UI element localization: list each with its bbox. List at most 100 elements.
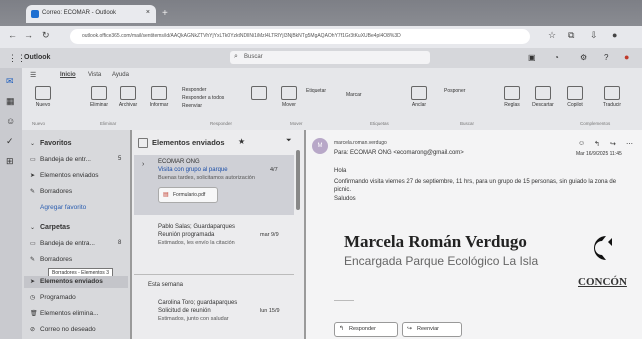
discard-button[interactable]: Descartar	[530, 86, 556, 108]
reply-icon[interactable]: ↰	[594, 140, 600, 148]
folders-header[interactable]: Carpetas	[40, 224, 70, 231]
reply-button[interactable]: ↰ Responder	[334, 322, 398, 337]
archive-icon	[120, 86, 136, 100]
rules-button[interactable]: Reglas	[500, 86, 524, 108]
pin-icon	[411, 86, 427, 100]
chevron-down-icon[interactable]: ⌄	[30, 140, 35, 147]
copilot-icon	[567, 86, 583, 100]
item-date: mar 9/9	[260, 232, 279, 238]
list-item[interactable]: Carolina Toro; guardaparques Solicitud d…	[134, 298, 294, 338]
outlook-favicon	[31, 10, 39, 18]
send-icon: ➤	[30, 279, 36, 285]
select-all-checkbox[interactable]	[138, 138, 148, 148]
new-mail-icon	[35, 86, 51, 100]
settings-icon[interactable]: ⚙	[580, 53, 587, 62]
new-tab-icon[interactable]: +	[162, 8, 168, 19]
sender-name[interactable]: marcela.roman.verdugo	[334, 140, 387, 146]
calendar-icon[interactable]: ▦	[6, 96, 15, 107]
folder-drafts[interactable]: Borradores	[40, 256, 72, 263]
reunion-button[interactable]	[246, 86, 272, 102]
download-icon[interactable]: ⇩	[590, 30, 598, 41]
account-avatar[interactable]: ●	[624, 52, 629, 62]
browser-tab[interactable]: Correo: ECOMAR - Outlook ×	[26, 5, 156, 23]
folder-junk[interactable]: Correo no deseado	[40, 326, 96, 333]
forward-icon: ↪	[407, 326, 413, 332]
delete-button[interactable]: Eliminar	[86, 86, 112, 108]
list-scrollbar[interactable]	[296, 150, 300, 210]
url-text: outlook.office365.com/mail/sentitems/id/…	[82, 33, 401, 39]
folder-sent[interactable]: Elementos enviados	[40, 278, 103, 285]
chevron-down-icon[interactable]: ⌄	[30, 224, 35, 231]
menu-vista[interactable]: Vista	[88, 72, 101, 78]
message-date: Mar 16/9/2025 11:45	[576, 151, 622, 157]
fav-drafts[interactable]: Borradores	[40, 188, 72, 195]
reply-group[interactable]: Responder Responder a todos Reenviar	[182, 86, 224, 110]
apps-icon[interactable]: ⊞	[6, 156, 14, 167]
group-label-mover: Mover	[290, 121, 303, 126]
forward-icon[interactable]: ↪	[610, 140, 616, 148]
fav-sent[interactable]: Elementos enviados	[40, 172, 99, 179]
folder-deleted[interactable]: Elementos elimina...	[40, 310, 99, 317]
menu-inicio[interactable]: Inicio	[60, 72, 76, 78]
item-date: 4/7	[270, 167, 278, 173]
draft-icon: ✎	[30, 189, 36, 195]
add-favorite-link[interactable]: Agregar favorito	[40, 204, 86, 211]
favorites-header[interactable]: Favoritos	[40, 140, 72, 147]
snooze-button[interactable]: Posponer	[444, 88, 465, 94]
close-tab-icon[interactable]: ×	[146, 9, 150, 16]
forward-button[interactable]: ↪ Reenviar	[402, 322, 462, 337]
group-label-buscar: Buscar	[460, 121, 475, 126]
list-item[interactable]: › ECOMAR ONG Visita con grupo al parque …	[134, 155, 294, 215]
notifications-icon[interactable]: ◔	[554, 53, 559, 62]
reload-icon[interactable]: ↻	[42, 30, 50, 41]
chevron-right-icon[interactable]: ›	[142, 161, 144, 168]
item-from: ECOMAR ONG	[158, 159, 200, 165]
meet-now-icon[interactable]: ▣	[528, 53, 536, 62]
tag-button[interactable]: Etiquetar	[306, 88, 326, 94]
copilot-button[interactable]: Copilot	[562, 86, 588, 108]
folder-inbox-count: 8	[118, 240, 122, 246]
list-item[interactable]: Pablo Salas; Guardaparques Reunión progr…	[134, 222, 294, 262]
search-icon: ⌕	[234, 53, 238, 60]
group-label-etiquetas: Etiquetas	[370, 121, 389, 126]
filter-icon[interactable]: ⏷	[286, 137, 292, 145]
folder-scheduled[interactable]: Programado	[40, 294, 76, 301]
fav-inbox[interactable]: Bandeja de entr...	[40, 156, 91, 163]
move-button[interactable]: Mover	[276, 86, 302, 108]
forward-icon[interactable]: →	[24, 30, 33, 40]
group-label-nuevo: Nuevo	[32, 121, 46, 126]
folder-inbox[interactable]: Bandeja de entra...	[40, 240, 95, 247]
signature-name: Marcela Román Verdugo	[344, 232, 527, 251]
reply-all-button[interactable]: Responder a todos	[182, 94, 224, 102]
flag-button[interactable]: Marcar	[346, 92, 362, 98]
collapse-pane-icon[interactable]: ☰	[30, 71, 36, 79]
profile-icon[interactable]: ●	[612, 30, 617, 40]
mail-icon[interactable]: ✉	[6, 76, 14, 87]
report-button[interactable]: Informar	[146, 86, 172, 108]
bookmark-star-icon[interactable]: ☆	[548, 30, 556, 41]
forward-button[interactable]: Reenviar	[182, 102, 224, 110]
menu-ayuda[interactable]: Ayuda	[112, 72, 129, 78]
help-icon[interactable]: ?	[604, 53, 608, 62]
favorite-star-icon[interactable]: ★	[238, 137, 245, 146]
archive-button[interactable]: Archivar	[114, 86, 142, 108]
reply-button[interactable]: Responder	[182, 86, 224, 94]
pin-button[interactable]: Anclar	[406, 86, 432, 108]
more-icon[interactable]: ⋯	[626, 140, 633, 148]
item-preview: Buenas tardes, solicitamos autorización	[158, 175, 255, 181]
logo-text: CONCÓN	[578, 276, 627, 288]
url-field[interactable]: outlook.office365.com/mail/sentitems/id/…	[70, 29, 530, 44]
item-subject: Solicitud de reunión	[158, 308, 211, 314]
recipient-line: Para: ECOMAR ONG <ecomarong@gmail.com>	[334, 150, 464, 156]
move-icon	[281, 86, 297, 100]
search-input[interactable]: ⌕ Buscar	[230, 51, 430, 64]
todo-icon[interactable]: ✓	[6, 136, 14, 147]
signature-title: Encargada Parque Ecológico La Isla	[344, 254, 539, 268]
attachment-chip[interactable]: ▤ Formulario.pdf	[158, 187, 218, 203]
translate-button[interactable]: Traducir	[598, 86, 626, 108]
people-icon[interactable]: ☺	[6, 116, 15, 126]
emoji-icon[interactable]: ☺	[578, 140, 585, 147]
back-icon[interactable]: ←	[8, 30, 17, 40]
extensions-icon[interactable]: ⧉	[568, 30, 574, 41]
new-mail-button[interactable]: Nuevo	[30, 86, 56, 108]
